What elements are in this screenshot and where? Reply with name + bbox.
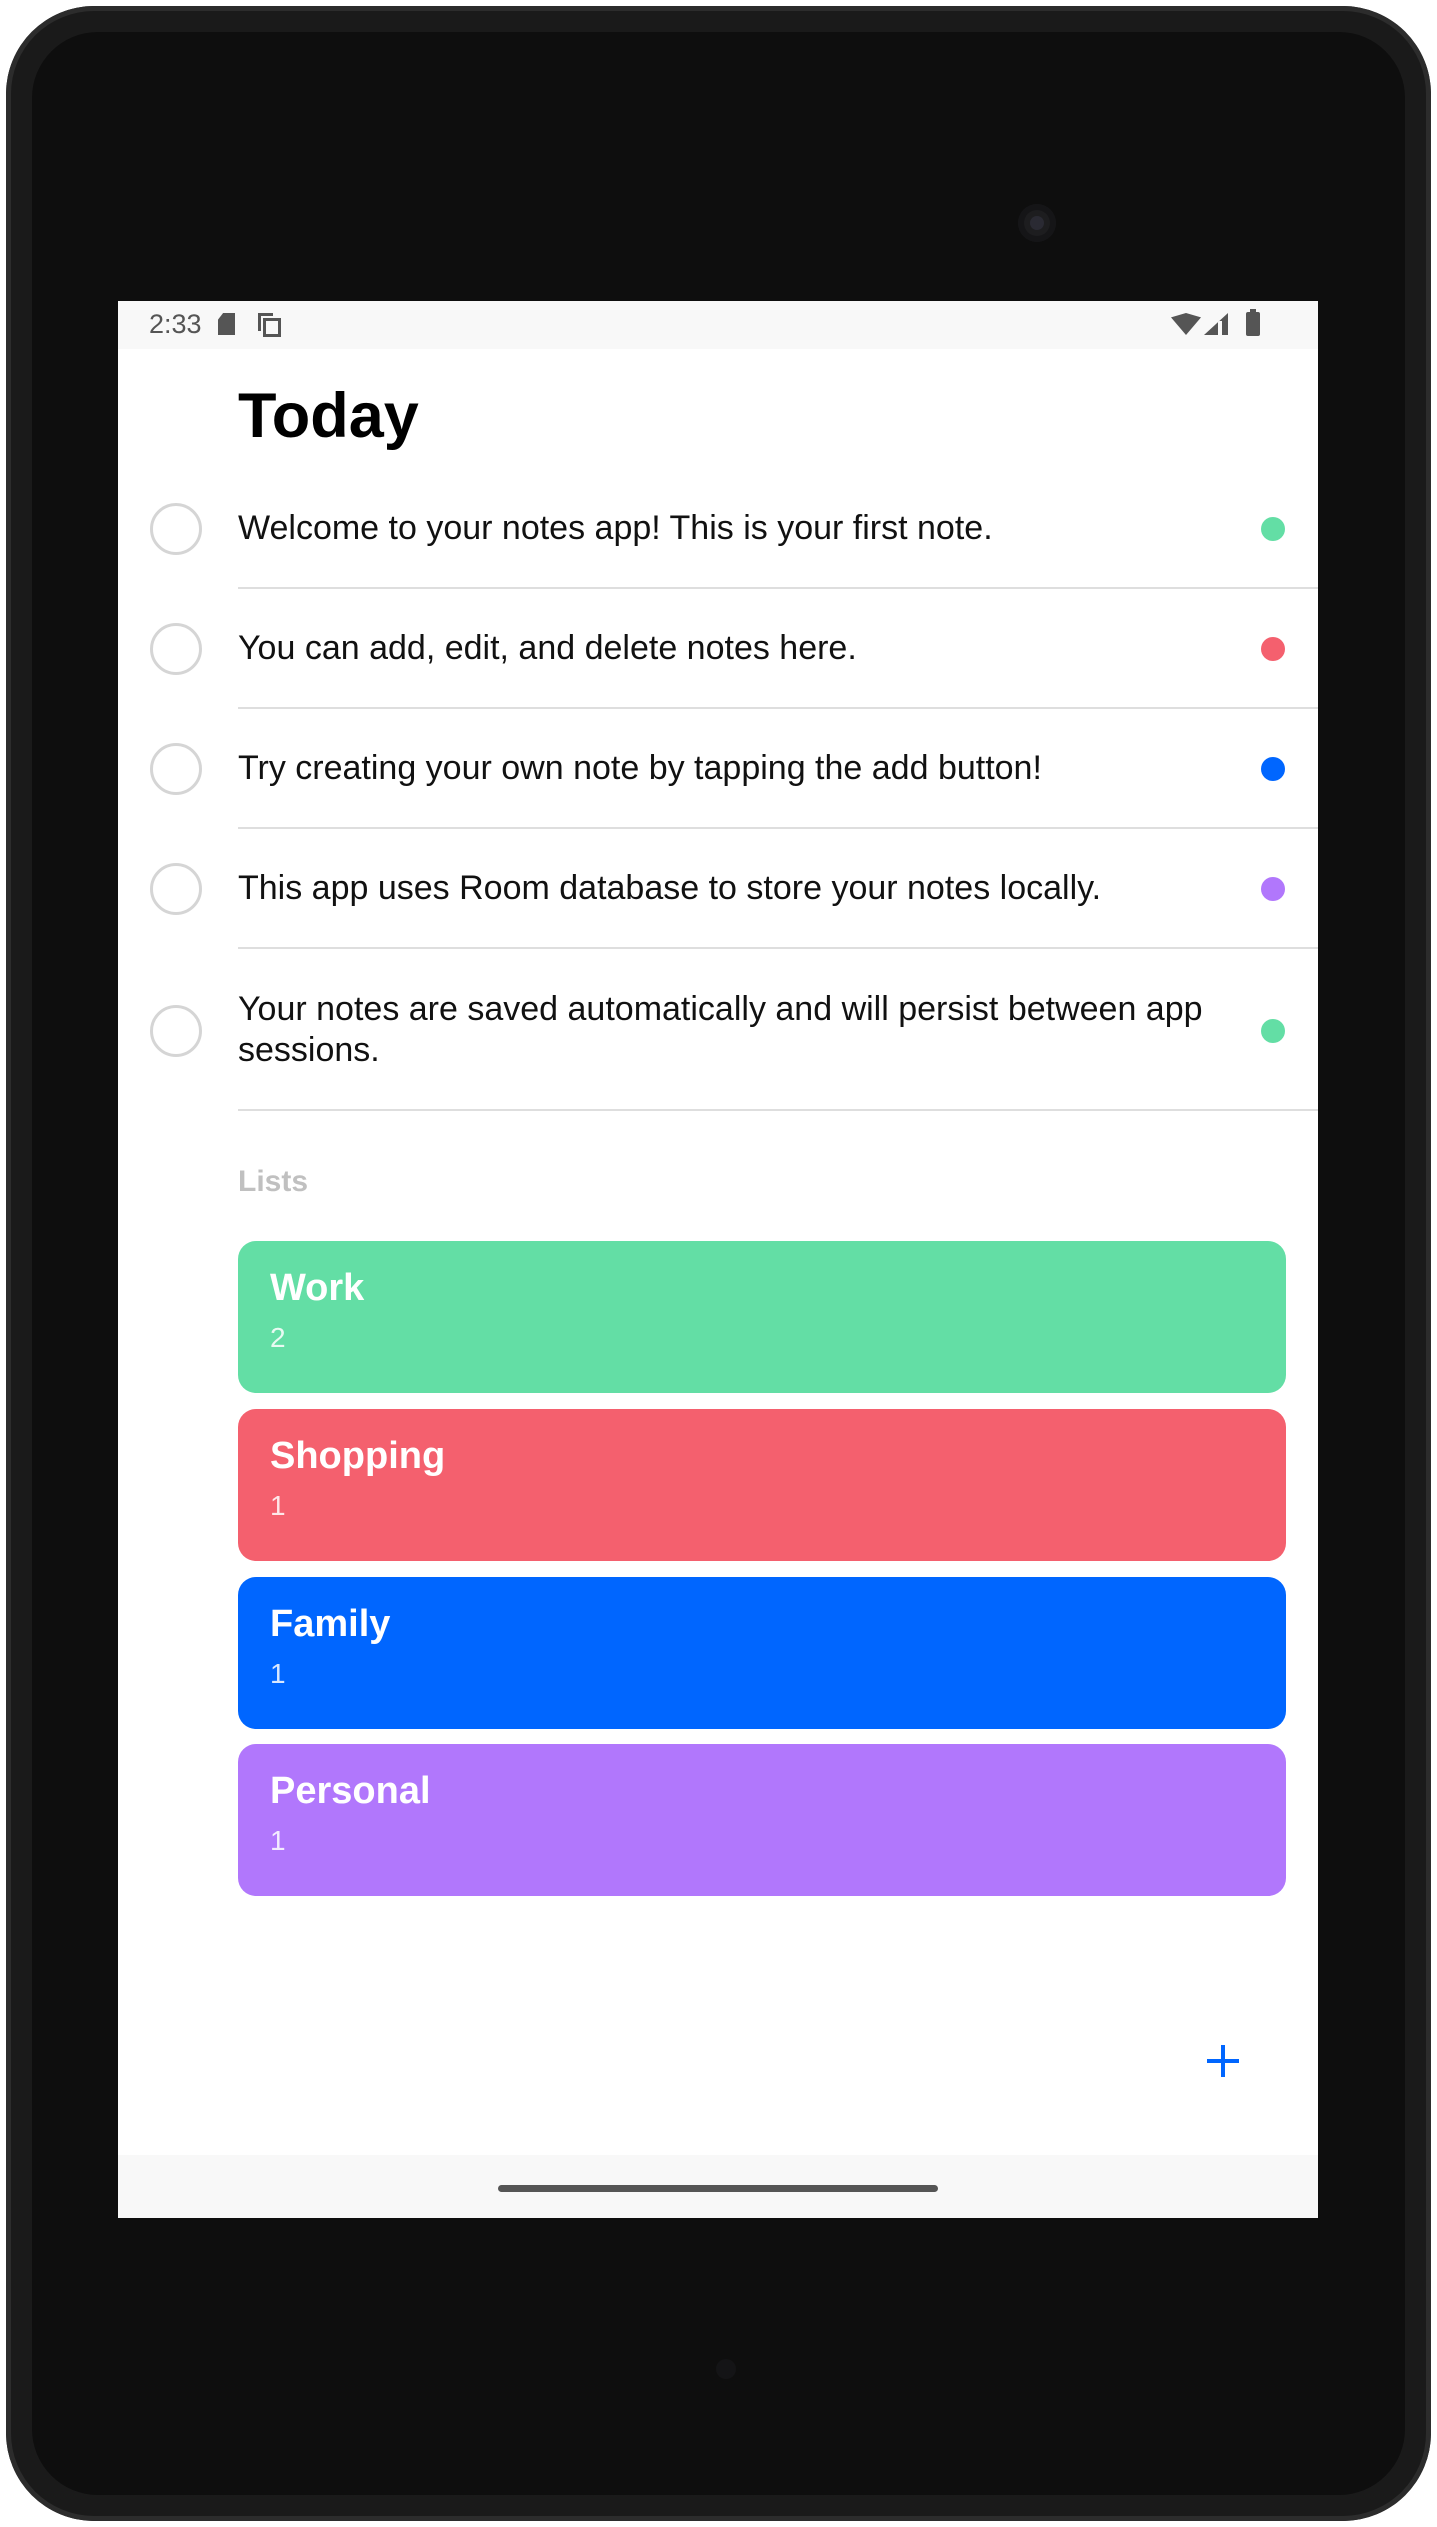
note-checkbox[interactable] (150, 743, 202, 795)
note-checkbox[interactable] (150, 1005, 202, 1057)
add-note-button[interactable] (1195, 2033, 1251, 2089)
app-screen: 2:33 Today Welcome to your notes app! Th… (118, 301, 1318, 2218)
list-card-shopping[interactable]: Shopping 1 (238, 1409, 1286, 1561)
note-color-dot (1261, 1019, 1285, 1043)
list-name: Shopping (270, 1435, 446, 1477)
navigation-bar (118, 2155, 1318, 2218)
note-row[interactable]: Welcome to your notes app! This is your … (118, 469, 1318, 589)
list-name: Personal (270, 1770, 431, 1812)
wifi-icon (1171, 313, 1201, 335)
status-bar: 2:33 (118, 301, 1318, 349)
page-title: Today (238, 381, 419, 451)
note-text: You can add, edit, and delete notes here… (238, 629, 857, 667)
gesture-handle[interactable] (498, 2185, 938, 2192)
note-row[interactable]: This app uses Room database to store you… (118, 829, 1318, 949)
note-checkbox[interactable] (150, 623, 202, 675)
signal-icon (1204, 313, 1228, 335)
note-color-dot (1261, 637, 1285, 661)
note-text: Try creating your own note by tapping th… (238, 749, 1042, 787)
list-card-work[interactable]: Work 2 (238, 1241, 1286, 1393)
note-text: Welcome to your notes app! This is your … (238, 509, 993, 547)
note-checkbox[interactable] (150, 863, 202, 915)
list-count: 2 (270, 1322, 286, 1353)
lists-section-header: Lists (238, 1165, 309, 1198)
list-count: 1 (270, 1825, 286, 1856)
note-row[interactable]: You can add, edit, and delete notes here… (118, 589, 1318, 709)
list-name: Family (270, 1603, 391, 1645)
sd-card-icon (218, 313, 235, 335)
list-name: Work (270, 1267, 365, 1309)
note-text: Your notes are saved automatically and w… (238, 990, 1203, 1069)
note-color-dot (1261, 877, 1285, 901)
list-count: 1 (270, 1658, 286, 1689)
note-color-dot (1261, 757, 1285, 781)
note-row[interactable]: Try creating your own note by tapping th… (118, 709, 1318, 829)
front-camera (1018, 204, 1056, 242)
note-list: Welcome to your notes app! This is your … (118, 469, 1318, 1111)
note-color-dot (1261, 517, 1285, 541)
note-text: This app uses Room database to store you… (238, 869, 1102, 907)
note-checkbox[interactable] (150, 503, 202, 555)
list-card-personal[interactable]: Personal 1 (238, 1744, 1286, 1896)
status-time: 2:33 (149, 309, 202, 339)
bottom-sensor (716, 2359, 736, 2379)
note-row[interactable]: Your notes are saved automatically and w… (118, 949, 1318, 1111)
battery-icon (1246, 309, 1260, 336)
list-count: 1 (270, 1490, 286, 1521)
list-card-family[interactable]: Family 1 (238, 1577, 1286, 1729)
note-divider (238, 1109, 1318, 1111)
copy-icon (258, 313, 281, 337)
